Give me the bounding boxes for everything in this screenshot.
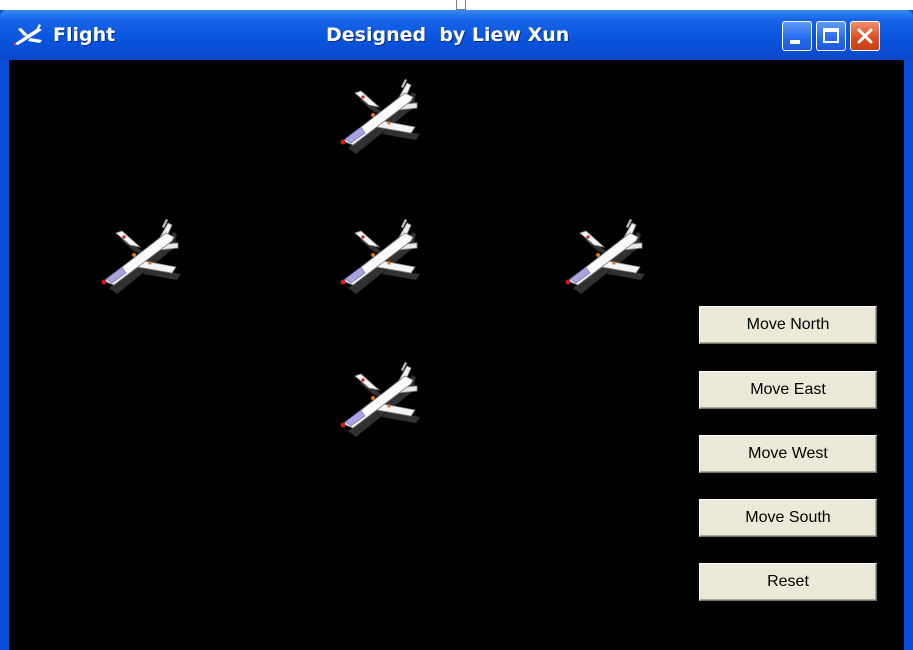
move-east-button[interactable]: Move East bbox=[699, 371, 877, 409]
airplane-icon bbox=[335, 75, 427, 155]
minimize-button[interactable] bbox=[782, 21, 812, 51]
plane-icon bbox=[13, 24, 42, 46]
title-bar[interactable]: Flight Designed by Liew Xun bbox=[0, 10, 913, 60]
airplane-icon bbox=[96, 215, 188, 295]
maximize-icon bbox=[823, 28, 839, 43]
window-caption: Designed by Liew Xun bbox=[326, 24, 570, 46]
resize-grip bbox=[456, 0, 466, 10]
airplane-icon bbox=[560, 215, 652, 295]
minimize-icon bbox=[790, 40, 800, 44]
move-south-button[interactable]: Move South bbox=[699, 499, 877, 537]
move-north-button[interactable]: Move North bbox=[699, 306, 877, 344]
airplane-icon bbox=[335, 215, 427, 295]
close-icon bbox=[857, 28, 873, 44]
move-west-button[interactable]: Move West bbox=[699, 435, 877, 473]
maximize-button[interactable] bbox=[816, 21, 846, 51]
app-title: Flight bbox=[53, 24, 116, 46]
reset-button[interactable]: Reset bbox=[699, 563, 877, 601]
airplane-icon bbox=[335, 358, 427, 438]
flight-canvas: Move North Move East Move West Move Sout… bbox=[9, 60, 904, 650]
close-button[interactable] bbox=[850, 21, 880, 51]
flight-window: Flight Designed by Liew Xun Move North M… bbox=[0, 10, 913, 650]
